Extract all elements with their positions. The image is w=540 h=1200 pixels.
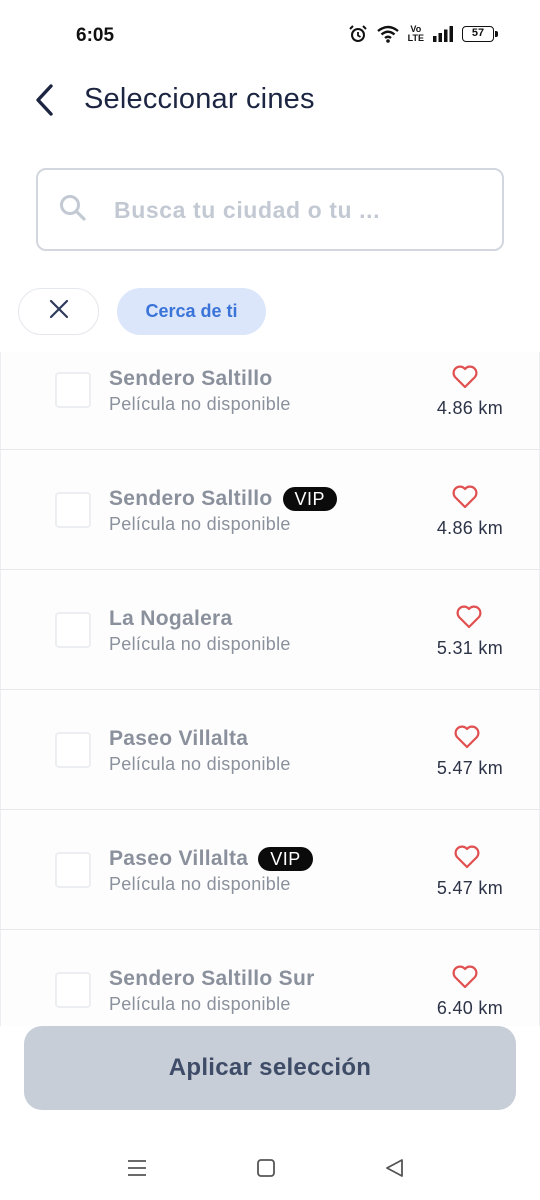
volte-icon: Vo LTE [408,25,424,43]
cinema-row[interactable]: Sendero Saltillo Película no disponible … [0,352,540,450]
clear-filter-button[interactable] [18,288,99,335]
cinema-distance: 4.86 km [436,398,503,418]
cinema-name: Sendero Saltillo VIP [109,487,338,511]
cinema-row[interactable]: Sendero Saltillo Sur Película no disponi… [0,930,540,1026]
vip-badge: VIP [258,847,313,871]
cinema-status: Película no disponible [109,514,291,534]
chevron-left-icon [33,83,55,122]
heart-icon[interactable] [455,604,483,630]
back-nav-icon[interactable] [380,1154,408,1182]
home-icon[interactable] [252,1154,280,1182]
heart-icon[interactable] [451,364,479,390]
cinema-name: Paseo Villalta [109,727,248,751]
cinema-name-text: Paseo Villalta [109,847,249,870]
cinema-row[interactable]: La Nogalera Película no disponible 5.31 … [0,570,540,690]
vip-badge: VIP [282,487,338,511]
apply-selection-button[interactable]: Aplicar selección [24,1026,516,1110]
wifi-icon [376,24,400,44]
system-nav-bar [0,1140,540,1200]
cinema-status: Película no disponible [109,994,291,1014]
cinema-status: Película no disponible [109,634,291,654]
cinema-row[interactable]: Paseo Villalta VIP Película no disponibl… [0,810,540,930]
near-you-chip[interactable]: Cerca de ti [117,288,266,335]
search-box[interactable] [36,168,504,251]
battery-icon: 57 [462,26,498,42]
cinema-name-text: Sendero Saltillo [109,367,273,390]
row-checkbox[interactable] [55,372,91,408]
cinema-distance: 5.31 km [436,638,503,658]
signal-icon [432,25,454,43]
status-time: 6:05 [76,25,115,46]
heart-icon[interactable] [453,724,481,750]
cinema-name: Paseo Villalta VIP [109,847,313,871]
near-you-label: Cerca de ti [145,301,238,321]
cinema-name-text: Sendero Saltillo Sur [109,967,315,990]
cinema-distance: 4.86 km [436,518,503,538]
cinema-name: Sendero Saltillo Sur [109,967,315,991]
row-checkbox[interactable] [55,732,91,768]
row-checkbox[interactable] [55,492,91,528]
cinema-status: Película no disponible [109,394,291,414]
cinema-name: La Nogalera [109,607,233,631]
cinema-distance: 5.47 km [436,878,503,898]
menu-icon[interactable] [123,1154,151,1182]
cinema-distance: 5.47 km [436,758,503,778]
cinema-row[interactable]: Paseo Villalta Película no disponible 5.… [0,690,540,810]
cinema-name: Sendero Saltillo [109,367,273,391]
cinema-list[interactable]: Sendero Saltillo Película no disponible … [0,352,540,1026]
back-button[interactable] [26,82,62,122]
status-icons: Vo LTE 57 [348,24,498,44]
cinema-distance: 6.40 km [436,998,503,1018]
status-bar: 6:05 Vo LTE 57 [0,0,540,72]
volte-label-bottom: LTE [407,33,424,43]
cinema-name-text: Paseo Villalta [109,727,249,750]
alarm-icon [348,24,368,44]
cinema-row[interactable]: Sendero Saltillo VIP Película no disponi… [0,450,540,570]
close-icon [48,298,70,325]
cinema-name-text: La Nogalera [109,607,233,630]
row-checkbox[interactable] [55,852,91,888]
heart-icon[interactable] [451,964,479,990]
search-input[interactable] [114,188,474,232]
row-checkbox[interactable] [55,972,91,1008]
cinema-name-text: Sendero Saltillo [109,487,273,510]
cinema-status: Película no disponible [109,754,291,774]
cinema-status: Película no disponible [109,874,291,894]
page-title: Seleccionar cines [84,83,315,115]
row-checkbox[interactable] [55,612,91,648]
search-icon [58,193,88,228]
apply-selection-label: Aplicar selección [168,1054,372,1081]
heart-icon[interactable] [453,844,481,870]
heart-icon[interactable] [451,484,479,510]
